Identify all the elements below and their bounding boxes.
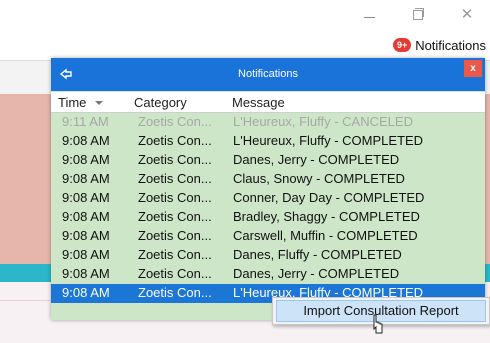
notification-row[interactable]: 9:08 AM Zoetis Con... Carswell, Muffin - C…	[51, 227, 485, 246]
popup-header: Notifications x	[51, 58, 485, 91]
row-time: 9:08 AM	[62, 190, 110, 205]
column-header-category[interactable]: Category	[134, 95, 187, 110]
notification-row[interactable]: 9:08 AM Zoetis Con... L'Heureux, Fluffy - …	[51, 132, 485, 151]
row-message: Danes, Jerry - COMPLETED	[233, 152, 400, 167]
column-header-message[interactable]: Message	[232, 95, 285, 110]
restore-icon[interactable]	[408, 6, 428, 24]
notification-row[interactable]: 9:08 AM Zoetis Con... Danes, Jerry - COMPL…	[51, 265, 485, 284]
row-category: Zoetis Con...	[138, 285, 212, 300]
notification-row[interactable]: 9:11 AM Zoetis Con... L'Heureux, Fluffy - …	[51, 113, 485, 132]
row-message: Bradley, Shaggy - COMPLETED	[233, 209, 420, 224]
notifications-popup: Notifications x Time Category Message 9:…	[51, 58, 485, 320]
row-message: Claus, Snowy - COMPLETED	[233, 171, 405, 186]
row-message: Danes, Jerry - COMPLETED	[233, 266, 400, 281]
row-category: Zoetis Con...	[138, 152, 212, 167]
row-message: Conner, Day Day - COMPLETED	[233, 190, 425, 205]
background-divider	[0, 300, 52, 301]
row-time: 9:08 AM	[62, 266, 110, 281]
window-titlebar: ✕	[0, 0, 490, 30]
row-message: L'Heureux, Fluffy - CANCELED	[233, 114, 413, 129]
row-time: 9:08 AM	[62, 152, 110, 167]
app-toolbar: 9+ Notifications	[0, 30, 490, 61]
minimize-icon[interactable]	[360, 6, 380, 24]
row-message: L'Heureux, Fluffy - COMPLETED	[233, 133, 424, 148]
mouse-cursor-icon	[373, 314, 383, 334]
row-time: 9:08 AM	[62, 285, 110, 300]
row-category: Zoetis Con...	[138, 209, 212, 224]
row-category: Zoetis Con...	[138, 247, 212, 262]
notifications-count-badge: 9+	[393, 38, 412, 52]
row-time: 9:08 AM	[62, 247, 110, 262]
row-time: 9:08 AM	[62, 209, 110, 224]
grid-header: Time Category Message	[51, 92, 485, 113]
notification-row[interactable]: 9:08 AM Zoetis Con... Claus, Snowy - COMPL…	[51, 170, 485, 189]
row-category: Zoetis Con...	[138, 171, 212, 186]
sort-descending-icon	[95, 101, 103, 105]
row-category: Zoetis Con...	[138, 228, 212, 243]
notification-row[interactable]: 9:08 AM Zoetis Con... Bradley, Shaggy - CO…	[51, 208, 485, 227]
notification-row[interactable]: 9:08 AM Zoetis Con... Danes, Jerry - COMPL…	[51, 151, 485, 170]
row-category: Zoetis Con...	[138, 190, 212, 205]
close-popup-button[interactable]: x	[464, 60, 482, 77]
row-time: 9:11 AM	[62, 114, 109, 129]
row-category: Zoetis Con...	[138, 266, 212, 281]
row-category: Zoetis Con...	[138, 133, 212, 148]
notifications-button[interactable]: 9+ Notifications	[393, 36, 486, 54]
close-window-icon[interactable]: ✕	[457, 6, 477, 24]
row-time: 9:08 AM	[62, 133, 110, 148]
row-message: Danes, Fluffy - COMPLETED	[233, 247, 402, 262]
row-time: 9:08 AM	[62, 228, 110, 243]
notification-row[interactable]: 9:08 AM Zoetis Con... Danes, Fluffy - COMP…	[51, 246, 485, 265]
notifications-label: Notifications	[415, 37, 486, 53]
row-category: Zoetis Con...	[138, 114, 212, 129]
row-message: Carswell, Muffin - COMPLETED	[233, 228, 418, 243]
background-pink-area	[0, 94, 52, 264]
popup-title: Notifications	[238, 68, 298, 80]
notification-row[interactable]: 9:08 AM Zoetis Con... Conner, Day Day - CO…	[51, 189, 485, 208]
row-time: 9:08 AM	[62, 171, 110, 186]
column-header-time[interactable]: Time	[58, 95, 86, 110]
